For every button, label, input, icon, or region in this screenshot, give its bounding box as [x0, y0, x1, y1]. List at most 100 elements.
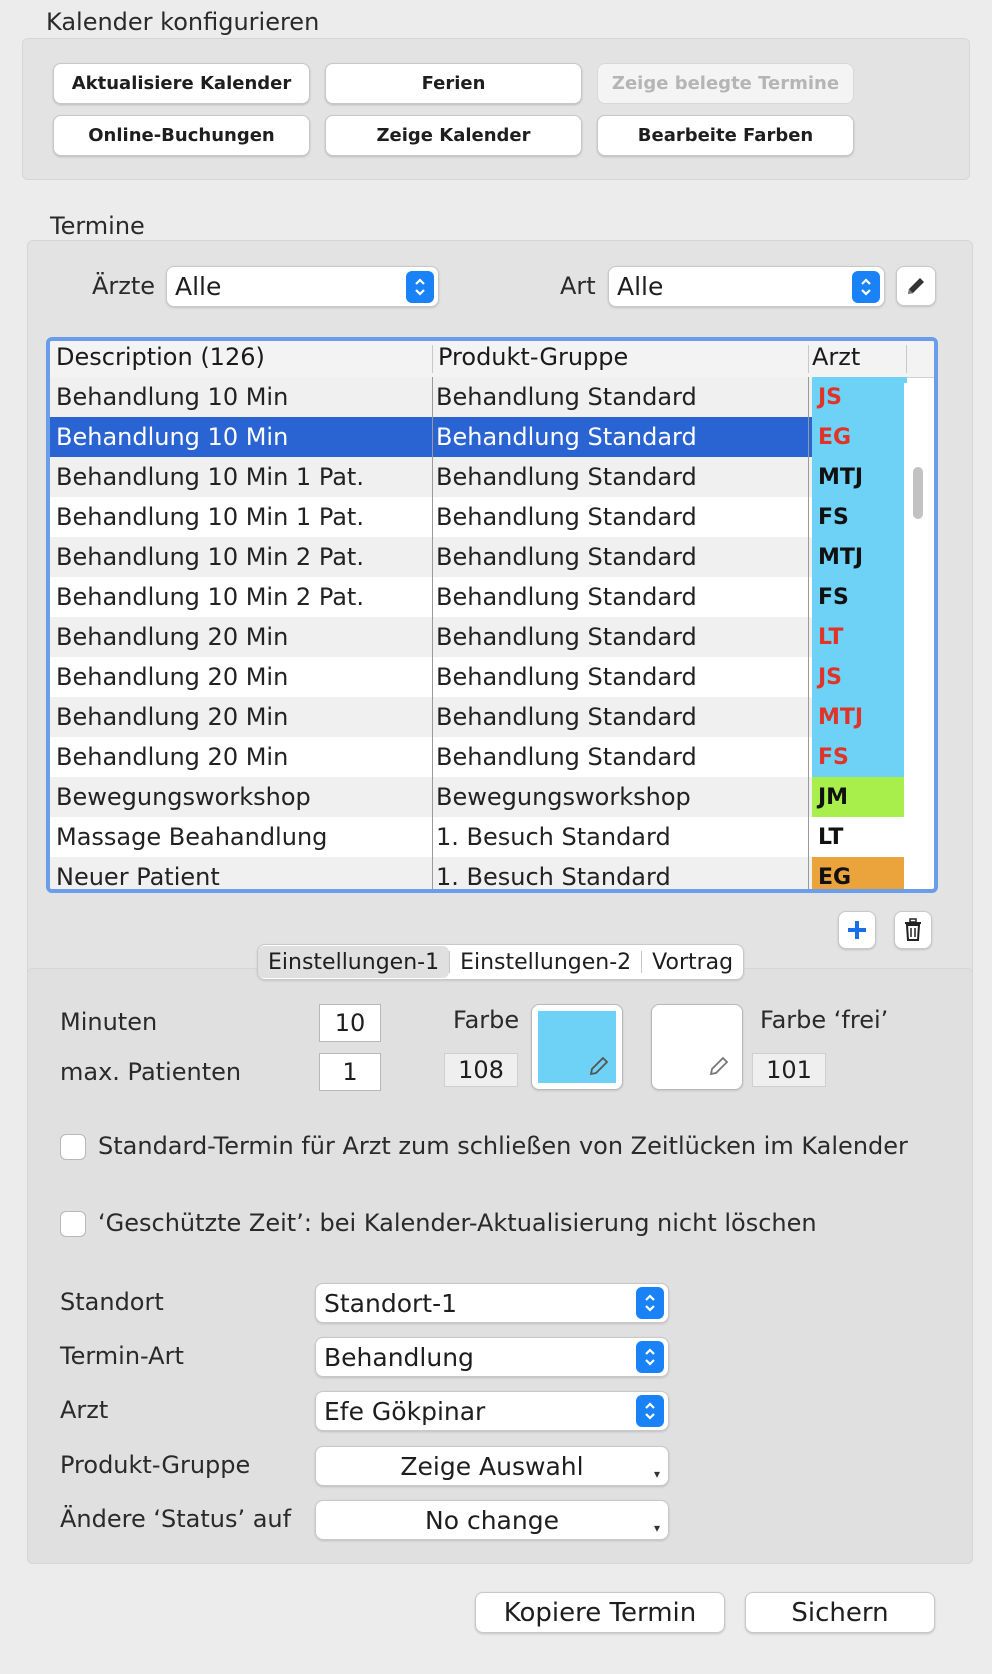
- cell-product-group: Behandlung Standard: [436, 423, 697, 451]
- config-group-title: Kalender konfigurieren: [46, 8, 320, 36]
- header-description[interactable]: Description (126): [56, 343, 265, 371]
- table-row[interactable]: Behandlung 10 Min 2 Pat. Behandlung Stand…: [50, 537, 907, 577]
- stepper-icon: [636, 1395, 664, 1427]
- status-button[interactable]: No change ▾: [315, 1500, 669, 1540]
- cell-description: Behandlung 10 Min 2 Pat.: [56, 583, 364, 611]
- stepper-icon: [636, 1341, 664, 1373]
- minutes-field[interactable]: 10: [319, 1004, 381, 1042]
- cell-description: Behandlung 10 Min 1 Pat.: [56, 463, 364, 491]
- doctor-label: Arzt: [60, 1396, 109, 1424]
- refresh-calendar-button[interactable]: Aktualisiere Kalender: [53, 63, 310, 104]
- cell-description: Behandlung 20 Min: [56, 663, 289, 691]
- show-booked-button[interactable]: Zeige belegte Termine: [597, 63, 854, 104]
- edit-type-button[interactable]: [896, 266, 936, 306]
- cell-doctor: FS: [812, 577, 907, 617]
- header-doctor[interactable]: Arzt: [812, 343, 860, 371]
- save-button[interactable]: Sichern: [745, 1592, 935, 1633]
- edit-colors-button[interactable]: Bearbeite Farben: [597, 115, 854, 156]
- show-calendar-button[interactable]: Zeige Kalender: [325, 115, 582, 156]
- doctors-select[interactable]: Alle: [166, 266, 439, 307]
- doctors-select-value: Alle: [175, 272, 222, 301]
- location-select[interactable]: Standort-1: [315, 1283, 669, 1323]
- pulldown-arrow-icon: ▾: [653, 1467, 660, 1481]
- table-row[interactable]: Massage Beahandlung 1. Besuch Standard LT: [50, 817, 907, 857]
- table-header: Description (126) Produkt-Gruppe Arzt: [50, 341, 934, 378]
- cell-doctor: JM: [812, 777, 907, 817]
- config-box: [22, 38, 970, 180]
- cell-product-group: Behandlung Standard: [436, 703, 697, 731]
- product-group-button[interactable]: Zeige Auswahl ▾: [315, 1446, 669, 1486]
- cell-doctor: MTJ: [812, 537, 907, 577]
- cell-description: Behandlung 10 Min 2 Pat.: [56, 543, 364, 571]
- free-color-well[interactable]: [651, 1004, 743, 1090]
- appointment-type-label: Termin-Art: [60, 1342, 184, 1370]
- cell-description: Behandlung 10 Min: [56, 383, 289, 411]
- status-label: Ändere ‘Status’ auf: [60, 1505, 292, 1533]
- table-row[interactable]: Neuer Patient 1. Besuch Standard EG: [50, 857, 907, 891]
- table-row[interactable]: Behandlung 10 Min 1 Pat. Behandlung Stand…: [50, 497, 907, 537]
- color-number: 108: [444, 1053, 518, 1087]
- plus-icon: [848, 921, 866, 939]
- appointments-group-title: Termine: [50, 212, 145, 240]
- cell-product-group: 1. Besuch Standard: [436, 863, 671, 891]
- stepper-icon: [636, 1287, 664, 1319]
- add-appointment-button[interactable]: [838, 911, 876, 949]
- tab-einstellungen-1[interactable]: Einstellungen-1: [258, 946, 450, 978]
- product-group-label: Produkt-Gruppe: [60, 1451, 251, 1479]
- cell-doctor: FS: [812, 737, 907, 777]
- cell-description: Bewegungsworkshop: [56, 783, 311, 811]
- table-row[interactable]: Behandlung 20 Min Behandlung Standard JS: [50, 657, 907, 697]
- cell-product-group: Behandlung Standard: [436, 663, 697, 691]
- location-label: Standort: [60, 1288, 164, 1316]
- type-label: Art: [560, 272, 596, 300]
- table-row[interactable]: Behandlung 20 Min Behandlung Standard LT: [50, 617, 907, 657]
- header-product-group[interactable]: Produkt-Gruppe: [438, 343, 628, 371]
- table-row[interactable]: Behandlung 10 Min 2 Pat. Behandlung Stand…: [50, 577, 907, 617]
- type-select[interactable]: Alle: [608, 266, 885, 307]
- color-well[interactable]: [531, 1004, 623, 1090]
- max-patients-field[interactable]: 1: [319, 1053, 381, 1091]
- free-color-number: 101: [752, 1053, 826, 1087]
- cell-product-group: Behandlung Standard: [436, 583, 697, 611]
- cell-doctor: MTJ: [812, 697, 907, 737]
- pencil-icon: [589, 1056, 609, 1076]
- stepper-icon: [852, 270, 880, 303]
- holidays-button[interactable]: Ferien: [325, 63, 582, 104]
- cell-product-group: Behandlung Standard: [436, 543, 697, 571]
- doctors-label: Ärzte: [92, 272, 156, 300]
- product-group-value: Zeige Auswahl: [400, 1451, 584, 1481]
- max-patients-label: max. Patienten: [60, 1058, 242, 1086]
- protected-time-checkbox[interactable]: [60, 1211, 86, 1237]
- table-row[interactable]: Bewegungsworkshop Bewegungsworkshop JM: [50, 777, 907, 817]
- table-row[interactable]: Behandlung 20 Min Behandlung Standard MTJ: [50, 697, 907, 737]
- appointment-type-select[interactable]: Behandlung: [315, 1337, 669, 1377]
- status-value: No change: [425, 1505, 559, 1535]
- cell-doctor: JS: [812, 377, 907, 417]
- table-scrollbar[interactable]: [904, 383, 930, 889]
- cell-description: Neuer Patient: [56, 863, 220, 891]
- cell-doctor: LT: [812, 817, 907, 857]
- delete-appointment-button[interactable]: [894, 911, 932, 949]
- appointments-table[interactable]: Description (126) Produkt-Gruppe Arzt Be…: [46, 337, 938, 893]
- doctor-select[interactable]: Efe Gökpinar: [315, 1391, 669, 1431]
- tab-einstellungen-2[interactable]: Einstellungen-2: [450, 946, 641, 978]
- online-bookings-button[interactable]: Online-Buchungen: [53, 115, 310, 156]
- pencil-icon: [709, 1056, 729, 1076]
- standard-appointment-checkbox[interactable]: [60, 1134, 86, 1160]
- stepper-icon: [406, 270, 434, 303]
- cell-doctor: EG: [812, 417, 907, 457]
- appointment-type-select-value: Behandlung: [324, 1342, 474, 1372]
- copy-appointment-button[interactable]: Kopiere Termin: [475, 1592, 725, 1633]
- free-color-label: Farbe ‘frei’: [760, 1006, 889, 1034]
- tab-vortrag[interactable]: Vortrag: [642, 946, 743, 978]
- table-row[interactable]: Behandlung 10 Min 1 Pat. Behandlung Stand…: [50, 457, 907, 497]
- cell-product-group: Behandlung Standard: [436, 463, 697, 491]
- scroll-thumb[interactable]: [913, 467, 923, 519]
- table-row[interactable]: Behandlung 10 Min Behandlung Standard JS: [50, 377, 907, 417]
- location-select-value: Standort-1: [324, 1288, 458, 1318]
- cell-doctor: LT: [812, 617, 907, 657]
- table-row[interactable]: Behandlung 10 Min Behandlung Standard EG: [50, 417, 907, 457]
- cell-product-group: Behandlung Standard: [436, 503, 697, 531]
- cell-product-group: Behandlung Standard: [436, 623, 697, 651]
- table-row[interactable]: Behandlung 20 Min Behandlung Standard FS: [50, 737, 907, 777]
